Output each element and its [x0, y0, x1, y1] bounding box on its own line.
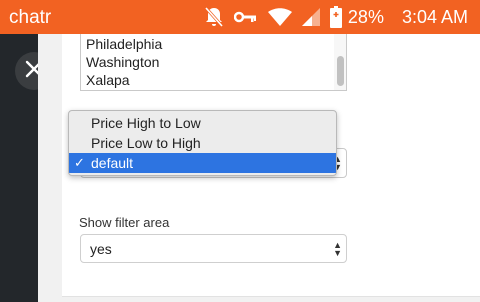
- carrier-name: chatr: [9, 7, 52, 28]
- status-bar: chatr 28% 3:04 AM: [0, 0, 480, 34]
- filter-area-label: Show filter area: [79, 215, 170, 230]
- filter-area-select[interactable]: yes ▲ ▼: [80, 234, 347, 263]
- option-label: Price High to Low: [91, 115, 201, 131]
- option-label: default: [91, 155, 134, 171]
- checkmark-icon: ✓: [74, 155, 85, 170]
- status-icons: 28% 3:04 AM: [194, 0, 468, 34]
- clock: 3:04 AM: [401, 6, 468, 27]
- list-item[interactable]: Philadelphia: [86, 36, 162, 52]
- wifi-icon: [267, 8, 292, 26]
- dropdown-option-price-low-to-high[interactable]: Price Low to High: [69, 133, 336, 153]
- dropdown-option-default[interactable]: ✓ default: [69, 153, 336, 173]
- list-item[interactable]: Washington: [86, 54, 159, 70]
- dropdown-option-price-high-to-low[interactable]: Price High to Low: [69, 113, 336, 133]
- vpn-key-icon: [233, 10, 258, 24]
- list-item[interactable]: Xalapa: [86, 72, 130, 88]
- list-scrollbar-thumb[interactable]: [337, 56, 344, 86]
- select-arrows-icon: ▲ ▼: [333, 240, 342, 258]
- list-scrollbar[interactable]: [334, 34, 346, 90]
- battery-charging-icon: [329, 6, 342, 28]
- option-label: Price Low to High: [91, 135, 201, 151]
- notifications-off-icon: [204, 6, 224, 28]
- battery-percent: 28%: [347, 6, 384, 27]
- city-list[interactable]: Philadelphia Washington Xalapa: [80, 34, 347, 91]
- filter-area-value: yes: [90, 241, 112, 257]
- panel-divider: [62, 296, 480, 302]
- signal-icon: [301, 8, 320, 26]
- sort-dropdown[interactable]: Price High to Low Price Low to High ✓ de…: [68, 110, 337, 176]
